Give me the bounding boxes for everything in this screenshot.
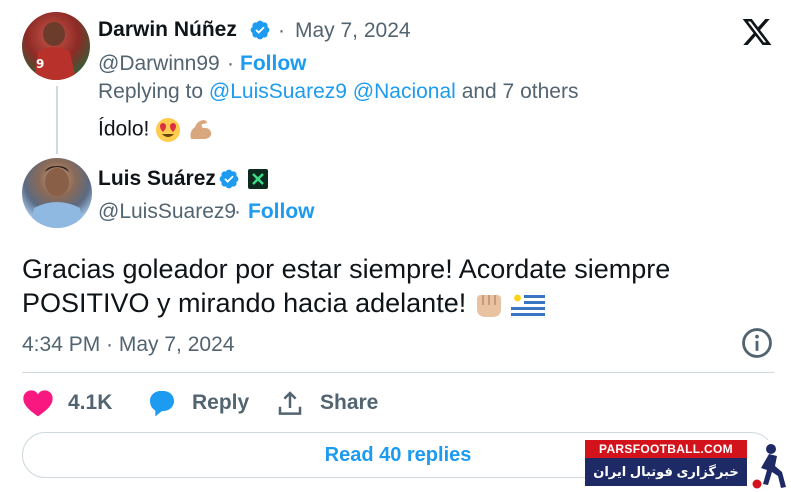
watermark-player-logo-icon [747, 440, 791, 492]
reply-tweet-body: Ídolo! [98, 117, 213, 143]
main-tweet-body: Gracias goleador por estar siempre! Acor… [22, 252, 762, 320]
affiliate-badge-icon[interactable] [247, 168, 269, 190]
watermark-tagline: خبرگزاری فوتبال ایران [585, 458, 747, 486]
thread-connector-line [56, 86, 58, 154]
main-follow-button[interactable]: Follow [248, 200, 315, 224]
replying-suffix[interactable]: and 7 others [462, 80, 579, 103]
like-button[interactable]: 4.1K [22, 388, 112, 418]
fist-emoji [476, 294, 501, 317]
main-tweet-timestamp[interactable]: 4:34 PM · May 7, 2024 [22, 333, 234, 357]
heart-eyes-emoji [156, 118, 181, 142]
verified-badge-icon[interactable] [249, 19, 271, 41]
main-author-name[interactable]: Luis Suárez [98, 167, 216, 191]
reply-handle-separator: · [227, 52, 234, 75]
share-label: Share [320, 391, 379, 414]
reply-date[interactable]: May 7, 2024 [295, 19, 411, 43]
avatar-suarez-image [30, 166, 84, 228]
x-logo-icon[interactable] [741, 16, 773, 48]
like-count: 4.1K [68, 391, 113, 414]
avatar-suarez[interactable] [22, 158, 92, 228]
share-icon [278, 391, 302, 415]
avatar-darwin[interactable]: 9 [22, 12, 90, 80]
reply-separator: · [278, 19, 285, 42]
reply-label: Reply [192, 391, 250, 414]
share-button[interactable]: Share [274, 388, 378, 418]
actions-divider [22, 372, 774, 373]
heart-icon [23, 390, 53, 417]
reply-author-name[interactable]: Darwin Núñez [98, 18, 237, 42]
reply-button[interactable]: Reply [146, 388, 249, 418]
replying-to-line: Replying to @LuisSuarez9 @Nacional and 7… [98, 80, 578, 104]
main-handle[interactable]: @LuisSuarez9 [98, 200, 236, 224]
info-icon[interactable] [740, 326, 774, 360]
replying-mentions[interactable]: @LuisSuarez9 @Nacional [209, 80, 456, 103]
read-replies-label: Read 40 replies [324, 443, 472, 466]
main-tweet-text: Gracias goleador por estar siempre! Acor… [22, 254, 671, 318]
svg-text:9: 9 [36, 57, 44, 71]
main-handle-separator: · [234, 200, 241, 223]
verified-badge-icon[interactable] [218, 168, 240, 190]
reply-tweet-text: Ídolo! [98, 117, 150, 141]
reply-bubble-icon [150, 391, 174, 417]
parsfootball-watermark: PARSFOOTBALL.COM خبرگزاری فوتبال ایران [585, 440, 791, 492]
reply-handle[interactable]: @Darwinn99 [98, 52, 220, 76]
avatar-darwin-image: 9 [34, 22, 76, 80]
reply-follow-button[interactable]: Follow [240, 52, 307, 76]
flexed-biceps-emoji [190, 120, 212, 139]
uruguay-flag-emoji [511, 291, 546, 318]
replying-prefix: Replying to [98, 80, 204, 103]
watermark-site: PARSFOOTBALL.COM [585, 440, 747, 458]
